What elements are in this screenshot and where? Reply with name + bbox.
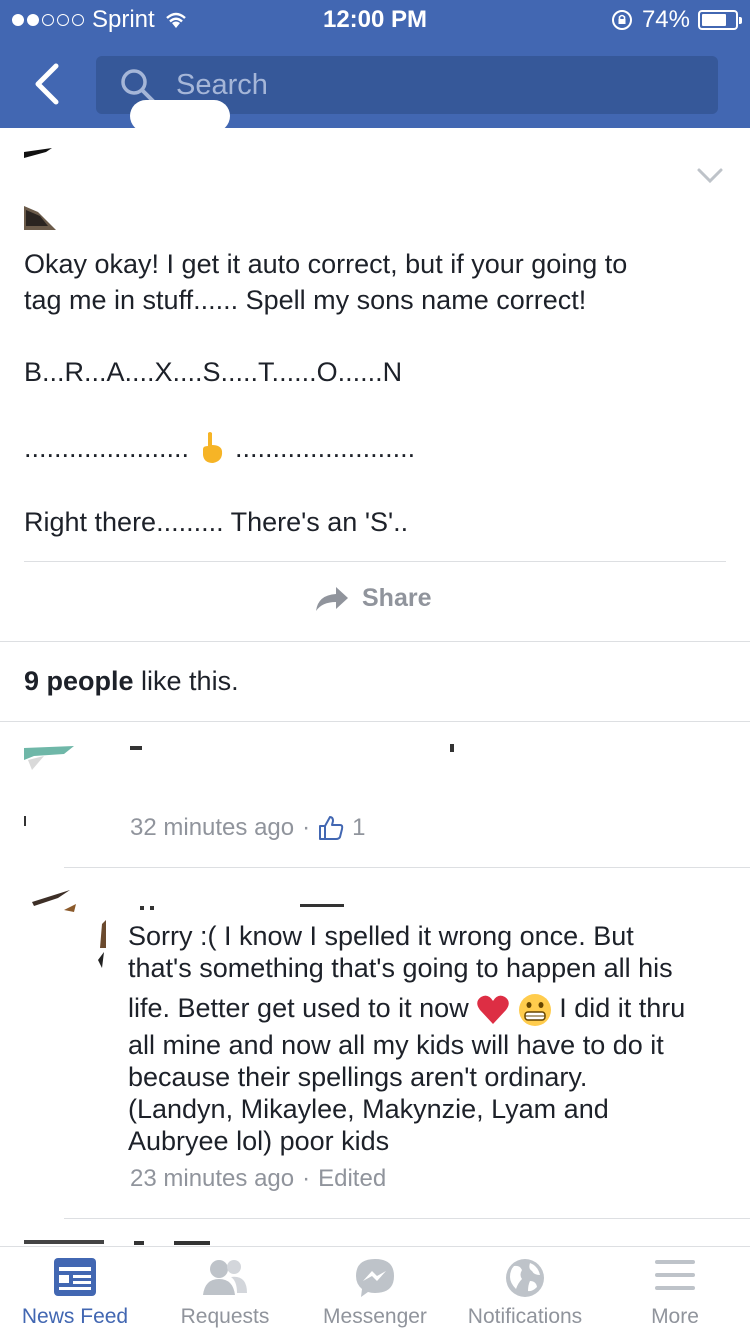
redaction-mark xyxy=(130,100,230,132)
tab-label: More xyxy=(651,1305,699,1328)
redacted-commenter-name xyxy=(140,904,344,910)
requests-icon xyxy=(203,1260,247,1295)
meta-separator: · xyxy=(302,814,311,841)
pointing-row: ...................... .................… xyxy=(24,430,724,466)
red-heart-emoji-icon xyxy=(477,995,509,1024)
meta-separator: · xyxy=(302,1165,311,1192)
post-body: Okay okay! I get it auto correct, but if… xyxy=(24,246,724,540)
tab-label: Requests xyxy=(180,1305,270,1328)
search-input[interactable] xyxy=(176,66,676,104)
redacted-commenter-name xyxy=(130,744,454,752)
comment-meta: 32 minutes ago · 1 xyxy=(130,814,365,842)
redaction-mark xyxy=(24,1240,104,1244)
comment-text-fragment: I did it thru xyxy=(559,993,686,1023)
divider xyxy=(0,641,750,642)
share-button[interactable]: Share xyxy=(314,584,431,613)
status-right: 74% xyxy=(610,6,742,34)
tab-news-feed[interactable]: News Feed xyxy=(0,1247,150,1334)
share-icon xyxy=(316,586,348,611)
post-line: B...R...A....X....S.....T......O......N xyxy=(24,357,403,387)
rotation-lock-icon xyxy=(611,10,632,30)
messenger-icon xyxy=(356,1259,394,1297)
top-bar: Sprint 12:00 PM 74% xyxy=(0,0,750,128)
comment-time: 23 minutes ago xyxy=(130,1165,295,1192)
comment-line: because their spellings aren't ordinary. xyxy=(128,1061,588,1092)
comment-time: 32 minutes ago xyxy=(130,814,295,841)
divider xyxy=(0,721,750,722)
tab-notifications[interactable]: Notifications xyxy=(450,1247,600,1334)
divider xyxy=(24,561,726,562)
thumbs-up-icon[interactable] xyxy=(318,815,344,841)
news-feed-icon xyxy=(54,1258,96,1296)
tab-label: Notifications xyxy=(467,1305,583,1328)
post-options-chevron-icon[interactable] xyxy=(696,166,724,186)
divider xyxy=(64,1218,750,1219)
redaction-mark xyxy=(24,816,26,826)
post-line: Right there......... There's an 'S'.. xyxy=(24,507,409,537)
comment-line: all mine and now all my kids will have t… xyxy=(128,1029,664,1060)
comment-line-with-emoji: life. Better get used to it now I did it… xyxy=(128,992,728,1027)
globe-icon xyxy=(506,1259,544,1297)
likes-summary[interactable]: 9 people like this. xyxy=(24,666,239,697)
likes-suffix: like this. xyxy=(133,666,239,696)
edited-label[interactable]: Edited xyxy=(318,1165,386,1193)
status-bar: Sprint 12:00 PM 74% xyxy=(0,0,750,40)
redacted-author-mark xyxy=(24,148,52,158)
redacted-commenter-avatar xyxy=(32,890,106,968)
share-label: Share xyxy=(362,584,432,612)
comment-line: that's something that's going to happen … xyxy=(128,953,673,983)
tab-more[interactable]: More xyxy=(600,1247,750,1334)
post-line: Okay okay! I get it auto correct, but if… xyxy=(24,249,628,279)
comment-body: Sorry :( I know I spelled it wrong once.… xyxy=(128,920,728,1157)
search-icon xyxy=(121,69,155,103)
tab-label: News Feed xyxy=(21,1305,129,1328)
likes-count: 9 people xyxy=(24,666,134,696)
redacted-avatar-mark xyxy=(24,206,56,230)
tab-requests[interactable]: Requests xyxy=(150,1247,300,1334)
dots-left: ...................... xyxy=(24,433,190,463)
comment-meta: 23 minutes ago · Edited xyxy=(130,1165,386,1193)
grinning-face-emoji-icon xyxy=(518,993,551,1026)
battery-icon xyxy=(698,10,742,30)
comment-text-fragment: life. Better get used to it now xyxy=(128,993,469,1023)
redacted-commenter-avatar xyxy=(24,746,74,770)
comment-like-count: 1 xyxy=(352,814,366,841)
pointing-down-hand-icon xyxy=(203,432,223,463)
post-line: tag me in stuff...... Spell my sons name… xyxy=(24,285,587,315)
dots-right: ........................ xyxy=(235,433,416,463)
tab-messenger[interactable]: Messenger xyxy=(300,1247,450,1334)
tab-bar: News Feed Requests Messenger Notificatio… xyxy=(0,1246,750,1334)
tab-label: Messenger xyxy=(323,1305,427,1328)
comment-line: Aubryee lol) poor kids xyxy=(128,1125,390,1156)
back-arrow-icon[interactable] xyxy=(28,60,68,108)
menu-icon xyxy=(655,1260,695,1290)
redacted-commenter-name xyxy=(134,1241,210,1245)
divider xyxy=(64,867,750,868)
comment-line: (Landyn, Mikaylee, Makynzie, Lyam and xyxy=(128,1093,609,1124)
comment-line: Sorry :( I know I spelled it wrong once.… xyxy=(128,921,634,951)
battery-percent: 74% xyxy=(641,6,690,33)
